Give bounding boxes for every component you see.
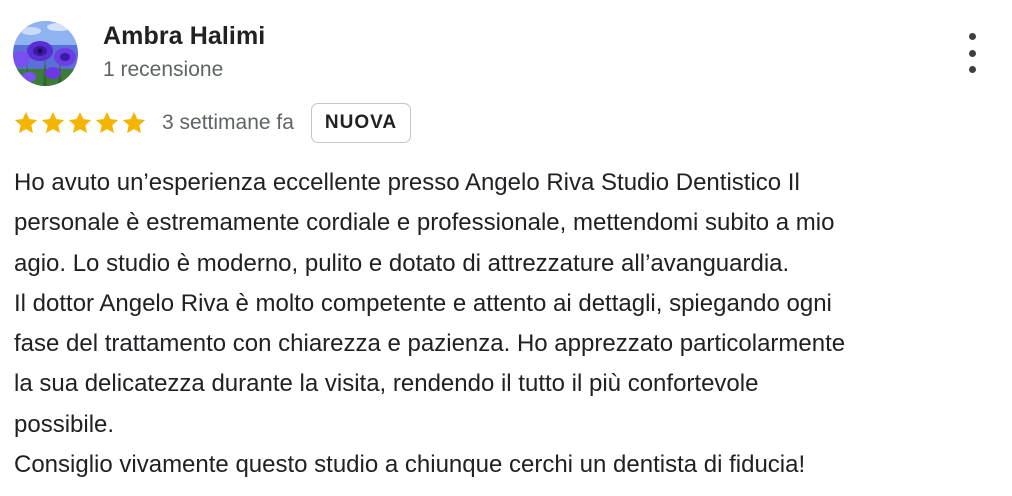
star-icon bbox=[122, 111, 146, 133]
star-icon bbox=[41, 111, 65, 133]
review-text-line: Il dottor Angelo Riva è molto competente… bbox=[14, 289, 832, 317]
reviewer-name[interactable]: Ambra Halimi bbox=[103, 22, 265, 51]
star-rating bbox=[13, 110, 147, 136]
review-text-line: la sua delicatezza durante la visita, re… bbox=[14, 370, 759, 398]
reviewer-avatar[interactable] bbox=[13, 21, 78, 86]
review-text-line: fase del trattamento con chiarezza e paz… bbox=[14, 330, 846, 358]
more-options-button[interactable] bbox=[955, 33, 989, 73]
rating-row: 3 settimane fa NUOVA bbox=[13, 102, 412, 144]
review-time: 3 settimane fa bbox=[162, 111, 294, 134]
reviewer-review-count: 1 recensione bbox=[103, 58, 224, 81]
more-vert-icon bbox=[968, 33, 976, 40]
star-icon bbox=[95, 111, 119, 133]
review-text-line: agio. Lo studio è moderno, pulito e dota… bbox=[14, 249, 790, 277]
star-icon bbox=[14, 111, 38, 133]
review-text: Ho avuto un’esperienza eccellente presso… bbox=[14, 163, 1004, 485]
more-vert-icon-dot bbox=[968, 66, 976, 73]
more-vert-icon-dot bbox=[968, 49, 976, 57]
review-text-line: personale è estremamente cordiale e prof… bbox=[14, 209, 835, 237]
star-icon bbox=[68, 111, 92, 133]
new-badge: NUOVA bbox=[310, 103, 412, 143]
review-text-line: possibile. bbox=[14, 410, 115, 438]
flower-photo-avatar bbox=[13, 21, 78, 86]
review-card: Ambra Halimi 1 recensione 3 settimane fa… bbox=[0, 0, 1012, 496]
review-text-line: Ho avuto un’esperienza eccellente presso… bbox=[14, 169, 800, 196]
review-text-line: Consiglio vivamente questo studio a chiu… bbox=[14, 451, 806, 479]
